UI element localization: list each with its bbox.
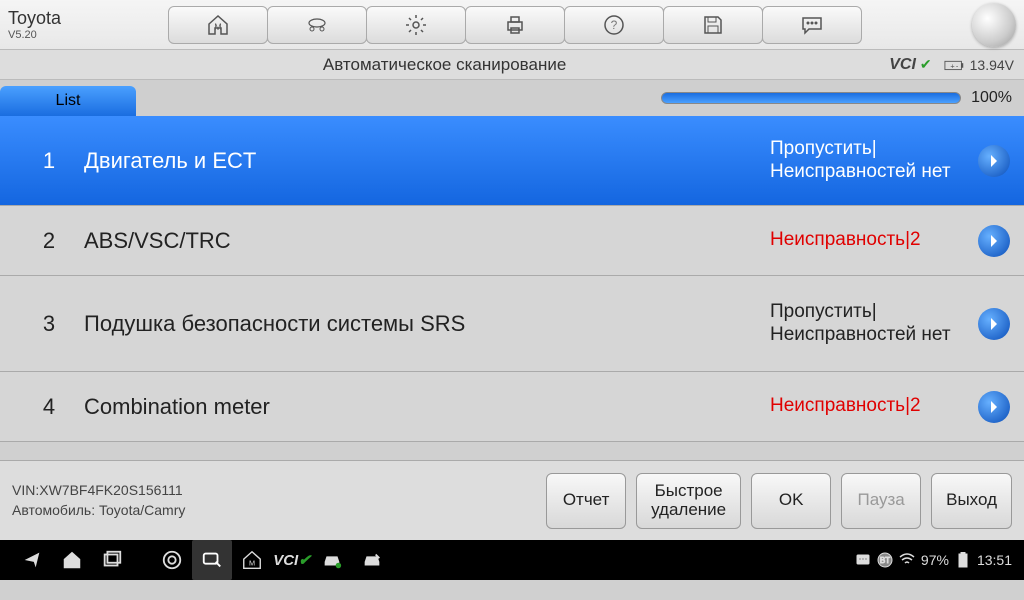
report-button[interactable]: Отчет bbox=[546, 473, 626, 529]
help-button[interactable]: ? bbox=[564, 6, 664, 44]
nav-app-diag[interactable] bbox=[192, 540, 232, 580]
clock: 13:51 bbox=[977, 552, 1012, 568]
gear-icon bbox=[404, 13, 428, 37]
row-name: ABS/VSC/TRC bbox=[84, 228, 770, 254]
top-toolbar: Toyota V5.20 M ? bbox=[0, 0, 1024, 50]
progress-wrap: 100% bbox=[136, 89, 1024, 107]
nav-app-home[interactable]: M bbox=[232, 540, 272, 580]
footer-buttons: Отчет Быстрое удаление OK Пауза Выход bbox=[546, 473, 1012, 529]
footer-bar: VIN:XW7BF4FK20S156111 Автомобиль: Toyota… bbox=[0, 460, 1024, 540]
home-icon: M bbox=[206, 13, 230, 37]
nav-home[interactable] bbox=[52, 540, 92, 580]
svg-text:+: + bbox=[950, 61, 954, 70]
vci-label: VCI bbox=[889, 56, 916, 74]
android-navbar: M VCI✔ BT 97% 13:51 bbox=[0, 540, 1024, 580]
row-status: Неисправность|2 bbox=[770, 395, 970, 418]
svg-text:?: ? bbox=[611, 18, 618, 32]
ok-button[interactable]: OK bbox=[751, 473, 831, 529]
tablet-icon bbox=[201, 549, 223, 571]
tab-list[interactable]: List bbox=[0, 86, 136, 116]
exit-button[interactable]: Выход bbox=[931, 473, 1012, 529]
car-wrench-icon bbox=[361, 549, 383, 571]
list-row[interactable]: 3 Подушка безопасности системы SRS Пропу… bbox=[0, 276, 1024, 372]
settings-button[interactable] bbox=[366, 6, 466, 44]
row-arrow-button[interactable] bbox=[978, 391, 1010, 423]
row-arrow-button[interactable] bbox=[978, 308, 1010, 340]
brand-name: Toyota bbox=[8, 8, 168, 29]
list-row[interactable]: 1 Двигатель и ECT Пропустить|Неисправнос… bbox=[0, 116, 1024, 206]
record-orb[interactable] bbox=[972, 3, 1016, 47]
recent-icon bbox=[101, 549, 123, 571]
progress-bar bbox=[661, 92, 961, 104]
pause-button[interactable]: Пауза bbox=[841, 473, 921, 529]
row-name: Combination meter bbox=[84, 394, 770, 420]
status-tray: BT 97% 13:51 bbox=[855, 552, 1012, 568]
back-icon bbox=[21, 549, 43, 571]
vehicle-info: VIN:XW7BF4FK20S156111 Автомобиль: Toyota… bbox=[12, 481, 185, 520]
brand-block: Toyota V5.20 bbox=[8, 8, 168, 41]
page-title: Автоматическое сканирование bbox=[0, 55, 889, 75]
vci-check-icon: ✔ bbox=[920, 56, 932, 73]
save-button[interactable] bbox=[663, 6, 763, 44]
row-name: Двигатель и ECT bbox=[84, 148, 770, 174]
chrome-icon bbox=[161, 549, 183, 571]
bt-icon: BT bbox=[877, 552, 893, 568]
svg-text:BT: BT bbox=[880, 556, 890, 565]
home-button[interactable]: M bbox=[168, 6, 268, 44]
nav-recent[interactable] bbox=[92, 540, 132, 580]
row-number: 1 bbox=[14, 148, 84, 174]
vehicle-text: Автомобиль: Toyota/Camry bbox=[12, 501, 185, 521]
progress-percent: 100% bbox=[971, 89, 1012, 107]
m-home-icon: M bbox=[241, 549, 263, 571]
svg-text:M: M bbox=[249, 559, 255, 568]
quick-erase-button[interactable]: Быстрое удаление bbox=[636, 473, 741, 529]
home-icon bbox=[61, 549, 83, 571]
list-row[interactable]: 4 Combination meter Неисправность|2 bbox=[0, 372, 1024, 442]
print-button[interactable] bbox=[465, 6, 565, 44]
row-status: Пропустить|Неисправностей нет bbox=[770, 138, 970, 184]
battery-pct: 97% bbox=[921, 552, 949, 568]
row-name: Подушка безопасности системы SRS bbox=[84, 311, 770, 337]
chevron-right-icon bbox=[986, 316, 1002, 332]
chat-icon bbox=[800, 13, 824, 37]
printer-icon bbox=[503, 13, 527, 37]
notification-icon bbox=[855, 552, 871, 568]
nav-vci[interactable]: VCI✔ bbox=[272, 540, 312, 580]
row-status: Неисправность|2 bbox=[770, 229, 970, 252]
tab-row: List 100% bbox=[0, 80, 1024, 116]
nav-chrome[interactable] bbox=[152, 540, 192, 580]
row-number: 2 bbox=[14, 228, 84, 254]
voltage-indicator: +- 13.94V bbox=[944, 57, 1014, 73]
battery-icon bbox=[955, 552, 971, 568]
list-row[interactable]: 2 ABS/VSC/TRC Неисправность|2 bbox=[0, 206, 1024, 276]
vin-text: VIN:XW7BF4FK20S156111 bbox=[12, 481, 185, 501]
nav-back[interactable] bbox=[12, 540, 52, 580]
voltage-value: 13.94V bbox=[970, 57, 1014, 73]
chevron-right-icon bbox=[986, 153, 1002, 169]
system-list: 1 Двигатель и ECT Пропустить|Неисправнос… bbox=[0, 116, 1024, 460]
save-icon bbox=[701, 13, 725, 37]
battery-icon: +- bbox=[944, 58, 966, 72]
car-icon bbox=[321, 549, 343, 571]
row-number: 4 bbox=[14, 394, 84, 420]
wifi-icon bbox=[899, 552, 915, 568]
toolbar-buttons: M ? bbox=[168, 6, 861, 44]
chevron-right-icon bbox=[986, 233, 1002, 249]
sub-toolbar: Автоматическое сканирование VCI ✔ +- 13.… bbox=[0, 50, 1024, 80]
vehicle-icon bbox=[305, 13, 329, 37]
datalog-button[interactable] bbox=[762, 6, 862, 44]
brand-version: V5.20 bbox=[8, 29, 168, 41]
help-icon: ? bbox=[602, 13, 626, 37]
nav-service[interactable] bbox=[352, 540, 392, 580]
row-arrow-button[interactable] bbox=[978, 145, 1010, 177]
row-status: Пропустить|Неисправностей нет bbox=[770, 301, 970, 347]
chevron-right-icon bbox=[986, 399, 1002, 415]
svg-text:M: M bbox=[214, 22, 222, 32]
row-arrow-button[interactable] bbox=[978, 225, 1010, 257]
row-number: 3 bbox=[14, 311, 84, 337]
nav-car[interactable] bbox=[312, 540, 352, 580]
vehicle-button[interactable] bbox=[267, 6, 367, 44]
